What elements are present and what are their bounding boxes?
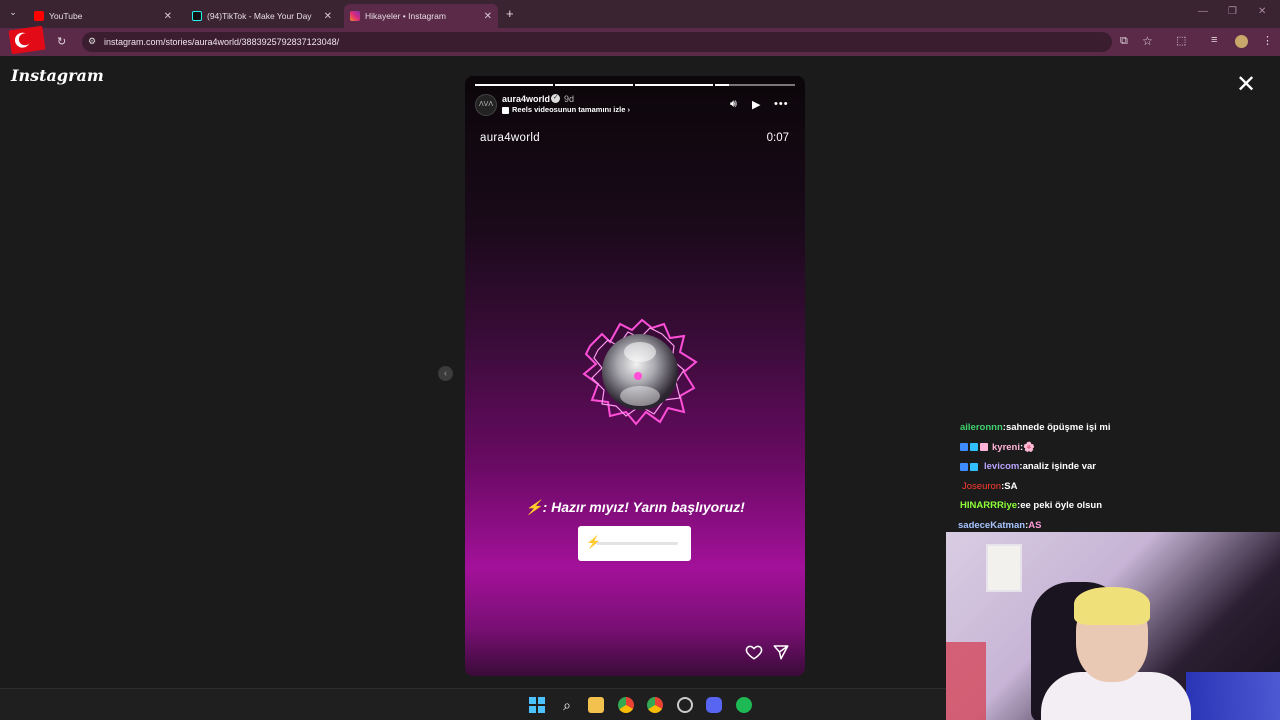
chat-username: aileronnn [960,422,1003,434]
progress-segment [475,84,553,86]
chevron-right-icon: › [627,105,630,114]
chat-text: ee peki öyle olsun [1020,500,1103,512]
reels-link[interactable]: Reels videosunun tamamını izle › [502,105,630,114]
tab-title: YouTube [49,11,83,21]
close-tab-icon[interactable]: ✕ [484,11,492,22]
close-window-icon[interactable]: ✕ [1258,6,1266,17]
chat-message: kyreni : 🌸 [960,438,1110,458]
emoji-slider-sticker[interactable]: ⚡ [578,526,691,561]
url-field[interactable]: ⚙ instagram.com/stories/aura4world/38839… [82,32,1112,52]
restore-icon[interactable]: ❐ [1228,6,1237,17]
chat-message: Joseuron : SA [960,477,1110,497]
search-icon[interactable]: ⌕ [559,697,575,713]
gem-badge-icon [970,443,978,452]
tab-title: (94)TikTok - Make Your Day [207,11,312,21]
chat-message: levicom : analiz işinde var [960,457,1110,477]
streamer-hair-image [1074,587,1150,625]
grid-panel-image [946,642,986,720]
close-story-icon[interactable]: ✕ [1236,70,1256,99]
close-tab-icon[interactable]: ✕ [164,11,172,22]
windows-taskbar: ⌕ [0,688,946,720]
chat-message: HINARRRiye : ee peki öyle olsun [960,496,1110,516]
chat-message: aileronnn : sahnede öpüşme işi mi [960,418,1110,438]
cat-poster-image [986,544,1022,592]
play-square-icon [502,106,509,114]
progress-segment [555,84,633,86]
tiktok-icon [192,11,202,21]
bunny-badge-icon [980,443,988,452]
like-heart-icon[interactable] [745,643,763,661]
more-menu-icon[interactable]: ⋮ [1262,34,1273,47]
bookmark-star-icon[interactable]: ☆ [1142,34,1153,48]
electric-orb-image [582,318,698,426]
tab-tiktok[interactable]: (94)TikTok - Make Your Day ✕ [186,4,338,28]
chat-text: AS [1028,519,1042,531]
new-tab-button[interactable]: + [506,6,514,21]
chat-text: 🌸 [1023,441,1036,453]
profile-avatar[interactable] [1235,35,1248,48]
chrome-icon[interactable] [647,697,663,713]
chat-text: sahnede öpüşme işi mi [1005,422,1111,434]
chat-username: kyreni [992,441,1020,453]
stream-chat-overlay: aileronnn : sahnede öpüşme işi mi kyreni… [958,418,1110,535]
more-options-icon[interactable]: ••• [774,98,789,110]
media-control-icon[interactable]: ≡ [1211,34,1217,46]
chat-text: analiz işinde var [1022,461,1096,473]
site-info-icon[interactable]: ⚙ [88,36,96,47]
browser-tab-bar: ⌄ YouTube ✕ (94)TikTok - Make Your Day ✕… [0,0,1280,28]
story-timer: 0:07 [766,132,789,144]
avatar[interactable]: ΛVΛ [475,94,497,116]
gem-badge-icon [970,462,978,471]
story-username[interactable]: aura4world [502,94,550,104]
story-viewer[interactable]: ΛVΛ aura4world ✓ 9d Reels videosunun tam… [465,76,805,676]
previous-story-icon[interactable]: ‹ [438,366,453,381]
instagram-logo[interactable]: Instagram [11,66,104,85]
chat-username: Joseuron [962,480,1002,492]
file-explorer-icon[interactable] [588,697,604,713]
chat-username: levicom [984,461,1020,473]
play-icon[interactable]: ▶ [752,98,760,111]
close-tab-icon[interactable]: ✕ [324,11,332,22]
tab-youtube[interactable]: YouTube ✕ [28,4,178,28]
turkish-flag-icon [8,25,46,55]
progress-segment [715,84,795,86]
sub-badge-icon [960,462,968,471]
led-light-image [1186,672,1280,720]
tab-search-button[interactable]: ⌄ [6,7,20,21]
volume-icon[interactable]: 🔊︎ [730,98,737,111]
address-bar-row: ↻ ⚙ instagram.com/stories/aura4world/388… [0,25,1280,56]
chrome-icon[interactable] [618,697,634,713]
reels-link-text: Reels videosunun tamamını izle [512,105,626,114]
slider-track[interactable] [596,542,678,545]
story-caption: ⚡: Hazır mıyız! Yarın başlıyoruz! [525,499,745,515]
chat-text: SA [1004,480,1018,492]
youtube-icon [34,11,44,21]
url-text: instagram.com/stories/aura4world/3883925… [104,37,340,47]
tab-title: Hikayeler • Instagram [365,11,446,21]
chat-username: HINARRRiye [960,500,1018,512]
verified-badge-icon: ✓ [551,94,560,103]
minimize-icon[interactable]: — [1198,6,1208,17]
install-app-icon[interactable]: ⧉ [1120,35,1128,48]
story-age: 9d [564,94,575,104]
spotify-icon[interactable] [736,697,752,713]
tab-instagram[interactable]: Hikayeler • Instagram ✕ [344,4,498,28]
discord-icon[interactable] [706,697,722,713]
sub-badge-icon [960,443,968,452]
instagram-icon [350,11,360,21]
story-title: aura4world [480,132,540,144]
webcam-overlay [946,532,1280,720]
share-send-icon[interactable] [772,643,790,661]
progress-segment [635,84,713,86]
chat-username: sadeceKatman [958,519,1026,531]
extensions-icon[interactable]: ⬚ [1176,34,1186,47]
reload-icon[interactable]: ↻ [57,35,66,48]
windows-start-icon[interactable] [529,697,545,713]
app-icon[interactable] [677,697,693,713]
